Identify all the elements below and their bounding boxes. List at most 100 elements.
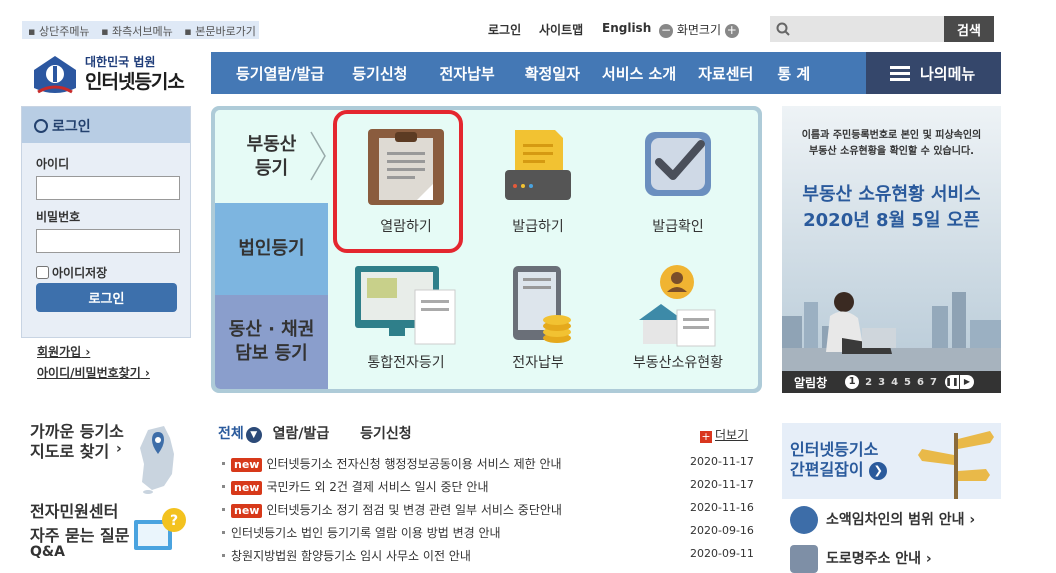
banner-caption: 이름과 주민등록번호로 본인 및 피상속인의 부동산 소유현황을 확인할 수 있… [801,130,982,157]
gnb-item-fixed-date[interactable]: 확정일자 [525,63,580,84]
nearest-office-link[interactable]: 가까운 등기소 지도로 찾기 [30,422,124,462]
svg-text:?: ? [170,513,178,529]
next-icon[interactable]: ▶ [959,375,974,389]
gnb-item-statistics[interactable]: 통 계 [777,63,810,84]
login-title: 로그인 [52,119,91,135]
korea-map-icon [140,426,174,494]
more-label: 더보기 [715,428,749,442]
pw-label: 비밀번호 [36,210,81,224]
save-id-checkbox[interactable] [36,266,49,279]
service-label: 부동산소유현황 [632,355,724,371]
plus-icon: + [700,430,712,443]
notice-row[interactable]: new 인터넷등기소 전자신청 행정정보공동이용 서비스 제한 안내 2020-1… [222,455,754,472]
notice-row[interactable]: new 인터넷등기소 정기 점검 및 변경 관련 일부 서비스 중단안내 2020… [222,501,754,518]
id-label: 아이디 [36,157,70,171]
notice-title: 인터넷등기소 전자신청 행정정보공동이용 서비스 제한 안내 [266,457,562,471]
my-menu-button[interactable]: 나의메뉴 [866,52,1001,94]
new-badge: new [231,504,263,518]
util-login-link[interactable]: 로그인 [488,21,521,38]
zoom-out-button[interactable]: − [659,23,673,38]
pause-icon[interactable]: ❚❚ [944,375,959,389]
promo-banner[interactable]: 이름과 주민등록번호로 본인 및 피상속인의 부동산 소유현황을 확인할 수 있… [782,106,1001,393]
chevron-right-icon: › [116,441,122,457]
service-issue[interactable]: 발급하기 [473,126,603,236]
search-box: 검색 [770,16,994,42]
road-address-link[interactable]: 도로명주소 안내 › [790,545,932,573]
banner-title: 부동산 소유현황 서비스 2020년 8월 5일 오픈 [802,184,981,231]
gnb-item-view-issue[interactable]: 등기열람/발급 [236,63,324,84]
id-field[interactable] [36,176,180,200]
password-field[interactable] [36,229,180,253]
save-id-label: 아이디저장 [52,266,108,280]
search-input[interactable] [794,19,942,39]
tab-corporate[interactable]: 법인등기 [215,203,328,295]
help-monitor-icon: ? [134,508,186,550]
notice-row[interactable]: new 국민카드 외 2건 결제 서비스 일시 중단 안내 2020-11-17 [222,478,754,495]
skip-link[interactable]: ▪ 상단주메뉴 [28,25,94,38]
new-badge: new [231,481,263,495]
quick-guide-title: 인터넷등기소 간편길잡이 ❯ [790,440,888,480]
find-id-pw-link[interactable]: 아이디/비밀번호찾기 › [37,364,150,381]
banner-page[interactable]: 4 [891,377,898,388]
zoom-in-button[interactable]: + [724,23,739,38]
service-label: 전자납부 [512,355,564,371]
logo-title[interactable]: 인터넷등기소 [85,67,185,94]
e-civil-center-link[interactable]: 전자민원센터 [30,502,118,522]
skip-link[interactable]: ▪ 좌측서브메뉴 [101,25,177,38]
notice-row[interactable]: 인터넷등기소 법인 등기기록 열람 이용 방법 변경 안내 2020-09-16 [222,524,754,541]
tab-all[interactable]: 전체 [218,426,244,442]
login-button[interactable]: 로그인 [36,283,177,312]
login-header: 로그인 [22,107,190,143]
quick-guide-banner[interactable]: 인터넷등기소 간편길잡이 ❯ [782,423,1001,499]
gnb-item-data-center[interactable]: 자료센터 [698,63,753,84]
tab-movable-collateral[interactable]: 동산 · 채권 담보 등기 [215,295,328,389]
util-sitemap-link[interactable]: 사이트맵 [539,21,583,38]
house-won-icon [790,506,818,534]
save-id-option: 아이디저장 [36,264,107,281]
notice-date: 2020-11-17 [690,455,754,468]
banner-footer: 알림창 1 2 3 4 5 6 7 ❚❚ ▶ [782,371,1001,393]
chevron-right-icon [310,131,326,181]
banner-page[interactable]: 5 [904,377,911,388]
skip-links: ▪ 상단주메뉴 ▪ 좌측서브메뉴 ▪ 본문바로가기 [22,21,259,39]
highlight-box [333,110,463,253]
zoom-label: 화면크기 [676,23,721,37]
service-e-payment[interactable]: 전자납부 [473,262,603,372]
banner-page[interactable]: 6 [917,377,924,388]
service-label: 통합전자등기 [367,355,445,371]
banner-footer-label: 알림창 [794,375,828,390]
notice-row[interactable]: 창원지방법원 함양등기소 임시 사무소 이전 안내 2020-09-11 [222,547,754,564]
notice-title: 인터넷등기소 법인 등기기록 열람 이용 방법 변경 안내 [231,526,501,540]
hamburger-icon [890,63,910,84]
small-tenant-link[interactable]: 소액임차인의 범위 안내 › [790,506,975,534]
zoom-control: − 화면크기 + [659,21,739,38]
notice-title: 창원지방법원 함양등기소 임시 사무소 이전 안내 [231,549,471,563]
signpost-icon [918,431,994,499]
tab-view-issue[interactable]: 열람/발급 [273,426,330,442]
gnb-item-payment[interactable]: 전자납부 [439,63,494,84]
service-verify[interactable]: 발급확인 [613,126,743,236]
banner-page[interactable]: 7 [930,377,937,388]
faq-link[interactable]: 자주 묻는 질문 [30,526,129,546]
join-link[interactable]: 회원가입 › [37,343,90,360]
skip-link[interactable]: ▪ 본문바로가기 [184,25,260,38]
service-ownership-status[interactable]: 부동산소유현황 [613,262,743,372]
court-emblem-logo [34,56,76,94]
notice-title: 인터넷등기소 정기 점검 및 변경 관련 일부 서비스 중단안내 [266,503,562,517]
qa-link[interactable]: Q&A [30,544,65,560]
tab-apply[interactable]: 등기신청 [360,426,412,442]
banner-page[interactable]: 1 [845,375,860,389]
util-english-link[interactable]: English [602,21,651,35]
house-person-icon [639,265,716,347]
more-link[interactable]: + 더보기 [700,426,748,443]
notice-date: 2020-11-16 [690,501,754,514]
notice-title: 국민카드 외 2건 결제 서비스 일시 중단 안내 [266,480,489,494]
search-button[interactable]: 검색 [944,16,994,42]
gnb-item-service-intro[interactable]: 서비스 소개 [602,63,676,84]
banner-page[interactable]: 3 [878,377,885,388]
banner-page[interactable]: 2 [865,377,872,388]
notice-tabs: 전체 ▼ 열람/발급 등기신청 [218,423,412,443]
notice-date: 2020-09-16 [690,524,754,537]
gnb-item-apply[interactable]: 등기신청 [352,63,407,84]
service-integrated-e-registry[interactable]: 통합전자등기 [341,262,471,372]
